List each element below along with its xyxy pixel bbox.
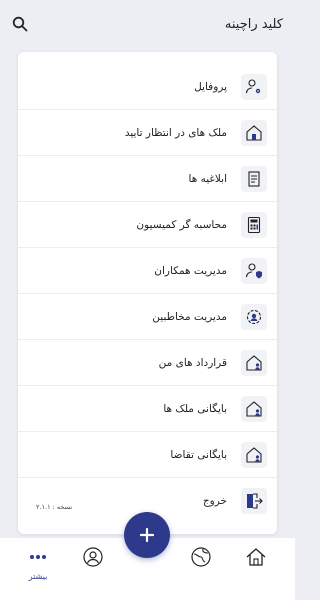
more-dots-icon (30, 555, 46, 559)
menu-item-label: ملک های در انتظار تایید (124, 126, 227, 139)
nav-tab-label: بیشتر (28, 572, 48, 581)
menu-card: پروفایل ملک های در انتظار تایید ابلاغیه … (18, 52, 277, 534)
home-icon (246, 548, 266, 566)
house-pending-icon (241, 119, 267, 146)
menu-item-profile[interactable]: پروفایل (18, 64, 277, 110)
version-text: نسخه : ۲.۱.۱ (36, 503, 73, 511)
calculator-icon (241, 211, 267, 238)
nav-tab-explore[interactable] (181, 546, 221, 592)
user-shield-icon (241, 257, 267, 284)
page-title: کلید راچینه (224, 16, 283, 32)
menu-item-label: پروفایل (194, 80, 227, 93)
search-icon (12, 16, 28, 32)
menu-item-manage-contacts[interactable]: مدیریت مخاطبین (18, 294, 277, 340)
menu-item-property-archive[interactable]: بایگانی ملک ها (18, 386, 277, 432)
user-gear-icon (241, 73, 267, 100)
menu-item-notices[interactable]: ابلاغیه ها (18, 156, 277, 202)
house-user-icon (241, 349, 267, 376)
menu-item-label: مدیریت همکاران (154, 264, 227, 277)
logout-icon (241, 488, 267, 514)
app-header: کلید راچینه (0, 0, 295, 48)
menu-item-label: خروج (202, 495, 227, 507)
document-icon (241, 165, 267, 192)
plus-icon (139, 527, 155, 543)
house-user-icon (241, 395, 267, 422)
menu-item-commission-calculator[interactable]: محاسبه گر کمیسیون (18, 202, 277, 248)
globe-icon (191, 547, 211, 567)
menu-item-label: بایگانی ملک ها (163, 402, 227, 415)
menu-item-manage-colleagues[interactable]: مدیریت همکاران (18, 248, 277, 294)
house-user-icon (241, 441, 267, 468)
add-button[interactable] (124, 512, 170, 558)
menu-item-my-contracts[interactable]: قرارداد های من (18, 340, 277, 386)
menu-item-label: ابلاغیه ها (188, 172, 227, 185)
user-icon (83, 547, 103, 567)
nav-tab-more[interactable]: بیشتر (18, 546, 58, 592)
nav-tab-profile[interactable] (73, 546, 113, 592)
nav-tab-home[interactable] (236, 546, 276, 592)
contacts-icon (241, 303, 267, 330)
menu-item-pending-properties[interactable]: ملک های در انتظار تایید (18, 110, 277, 156)
menu-item-label: بایگانی تقاضا (170, 448, 227, 461)
search-button[interactable] (10, 14, 30, 34)
menu-item-request-archive[interactable]: بایگانی تقاضا (18, 432, 277, 478)
menu-item-label: قرارداد های من (158, 356, 227, 369)
menu-item-label: محاسبه گر کمیسیون (136, 218, 227, 231)
menu-item-label: مدیریت مخاطبین (152, 310, 227, 323)
